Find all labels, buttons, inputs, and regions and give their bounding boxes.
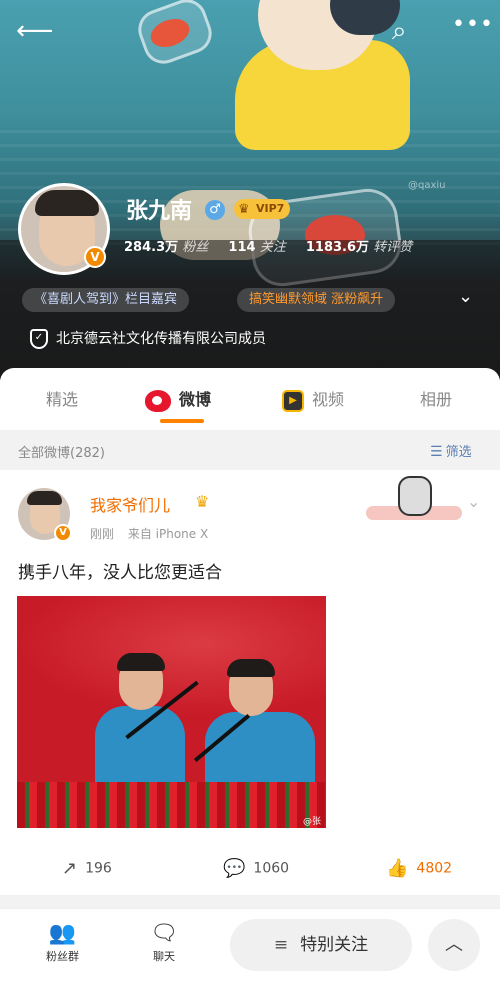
active-tab-indicator [160,419,204,423]
chat-button[interactable]: 🗨 聊天 [150,921,178,964]
all-weibo-count[interactable]: 全部微博(282) [18,442,105,461]
tab-video[interactable]: ▶ 视频 [282,386,344,412]
followers-value: 284.3万 [124,240,179,255]
repost-icon: ↗ [62,858,78,879]
comment-icon: 💬 [223,858,246,879]
profile-tag-guest[interactable]: 《喜剧人驾到》栏目嘉宾 [22,288,190,312]
post-image[interactable]: @张 [17,596,326,828]
followers-stat[interactable]: 284.3万 粉丝 [124,240,208,255]
crown-icon: ♛ [195,492,210,511]
verified-badge-icon: V [84,246,106,268]
profile-stats: 284.3万 粉丝 114 关注 1183.6万 转评赞 [124,236,428,255]
tab-video-label: 视频 [312,390,345,409]
tab-weibo[interactable]: 微博 [145,386,211,412]
fans-group-label: 粉丝群 [46,950,79,963]
following-stat[interactable]: 114 关注 [228,240,285,255]
chevron-down-icon[interactable]: ⌄ [458,286,473,307]
decorative-sticker [366,476,462,520]
post-avatar-hair [27,491,62,505]
repost-count: 196 [85,860,112,877]
performer-left-hair [117,653,165,671]
profile-tabs: 精选 微博 ▶ 视频 相册 [0,368,500,430]
performer-right-hair [227,659,275,677]
chat-icon: 🗨 [150,921,178,946]
like-button[interactable]: 👍 4802 [386,858,452,879]
video-play-icon: ▶ [282,389,304,412]
chat-label: 聊天 [152,950,175,963]
repost-button[interactable]: ↗ 196 [62,858,112,879]
post-card: V 我家爷们儿 ♛ 刚刚 来自 iPhone X ⌄ 携手八年，没人比您更适合 … [0,470,500,895]
vip-crown-icon: ♛ [238,202,250,217]
tab-album[interactable]: 相册 [420,386,452,410]
male-gender-icon: ♂ [205,200,225,220]
reposts-stat[interactable]: 1183.6万 转评赞 [306,240,412,255]
reposts-value: 1183.6万 [305,240,370,255]
more-icon[interactable]: ••• [452,14,494,36]
post-text: 携手八年，没人比您更适合 [18,563,222,583]
menu-bars-icon: ≡ [273,935,289,955]
post-actions: ↗ 196 💬 1060 👍 4802 [0,848,500,888]
vip-badge[interactable]: ♛ VIP7 [234,199,291,219]
chevron-up-icon[interactable]: ︿ [428,919,480,971]
image-watermark: @张 [303,817,322,827]
profile-cover: @qaxiu ⟵ ⌕ ••• V 张九南 ♂ ♛ VIP7 284.3万 粉丝 1… [0,0,500,380]
filter-label: 筛选 [445,445,472,460]
post-time: 刚刚 [90,527,115,541]
filter-icon: ☰ [430,444,443,460]
organization-text: 北京德云社文化传播有限公司成员 [56,331,266,347]
sticker-figure [398,476,432,516]
profile-tag-trending[interactable]: 搞笑幽默领域 涨粉飙升 [237,288,396,312]
post-meta: 刚刚 来自 iPhone X [90,525,218,542]
fans-group-button[interactable]: 👥 粉丝群 [46,921,79,964]
profile-name: 张九南 [126,199,193,224]
avatar-hair [35,190,99,216]
organization-line[interactable]: ✓ 北京德云社文化传播有限公司成员 [30,328,266,349]
shield-check-icon: ✓ [30,329,48,349]
post-verified-badge-icon: V [54,524,72,542]
post-menu-chevron-icon[interactable]: ⌄ [467,492,480,511]
like-count: 4802 [416,860,453,877]
group-icon: 👥 [48,921,77,946]
cover-watermark: @qaxiu [408,180,446,191]
comment-button[interactable]: 💬 1060 [223,858,289,879]
tab-weibo-label: 微博 [179,390,212,409]
post-author-name[interactable]: 我家爷们儿 [90,492,170,516]
tab-featured[interactable]: 精选 [46,386,78,410]
vip-label: VIP7 [256,202,285,215]
special-follow-label: 特别关注 [300,935,369,955]
filter-button[interactable]: ☰ 筛选 [430,441,472,460]
following-value: 114 [228,240,256,255]
bottom-bar: 👥 粉丝群 🗨 聊天 ≡ 特别关注 ︿ [0,908,500,983]
special-follow-button[interactable]: ≡ 特别关注 [230,919,412,971]
stage-flowers [17,782,326,828]
search-icon[interactable]: ⌕ [392,18,407,44]
following-label: 关注 [259,240,286,255]
thumbs-up-icon: 👍 [386,858,409,879]
followers-label: 粉丝 [182,240,209,255]
weibo-logo-icon [145,389,171,412]
comment-count: 1060 [253,860,290,877]
post-source: 来自 iPhone X [127,527,209,541]
back-arrow-icon[interactable]: ⟵ [16,18,53,44]
filter-bar: 全部微博(282) ☰ 筛选 [0,430,500,470]
reposts-label: 转评赞 [373,240,413,255]
